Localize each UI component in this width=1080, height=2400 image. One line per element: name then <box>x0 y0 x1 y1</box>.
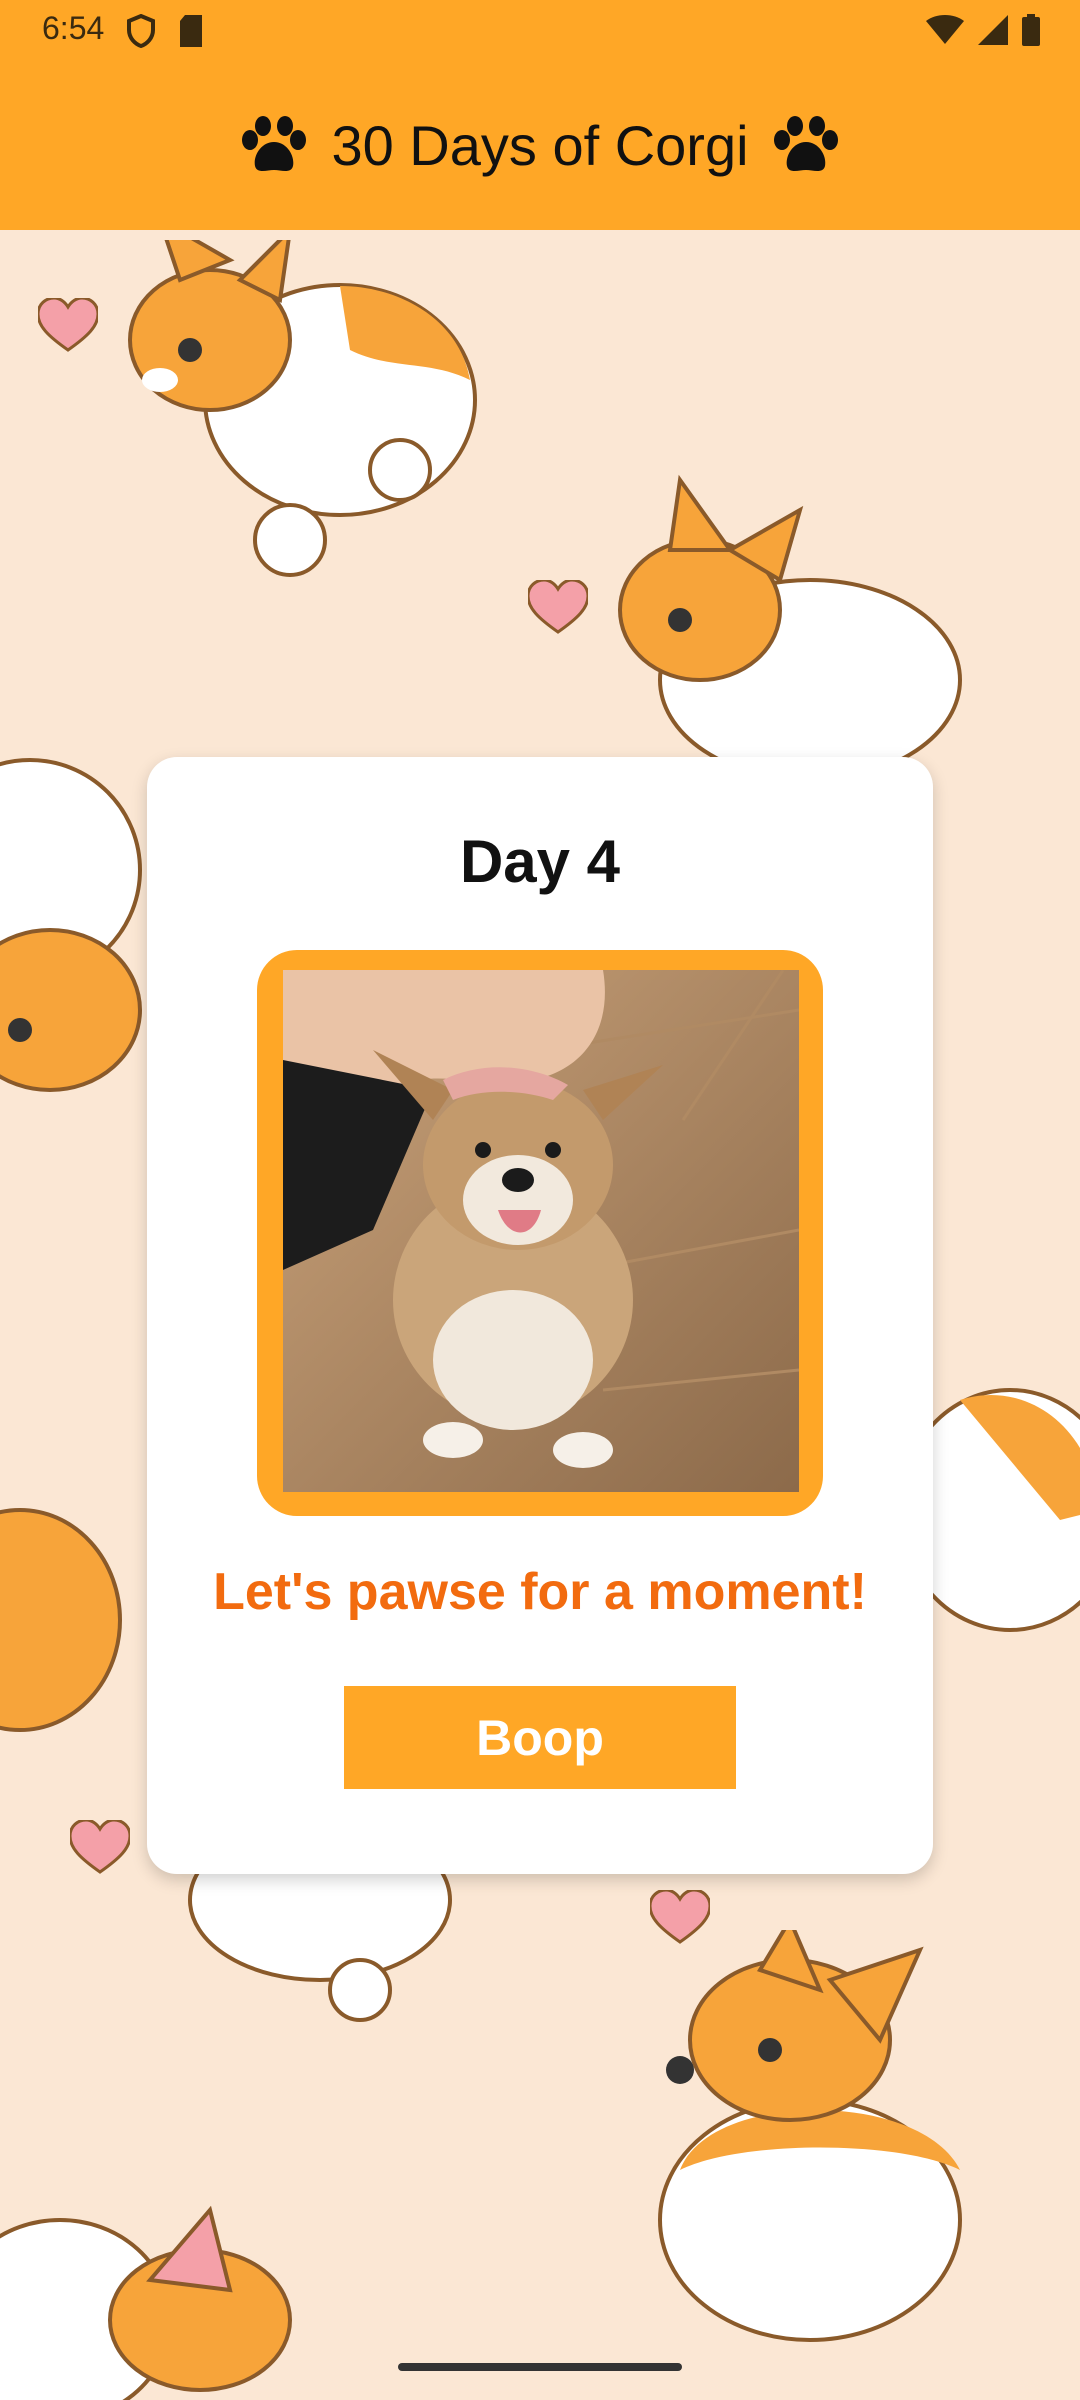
status-time: 6:54 <box>42 10 105 46</box>
sd-card-icon <box>180 15 202 47</box>
shield-icon <box>127 14 155 48</box>
corgi-illustration <box>0 2205 292 2400</box>
photo-frame <box>257 950 823 1516</box>
paw-icon <box>773 116 838 171</box>
battery-icon <box>1022 14 1040 46</box>
heart-icon <box>70 1820 130 1874</box>
app-bar: 30 Days of Corgi <box>0 60 1080 230</box>
home-indicator[interactable] <box>398 2363 682 2371</box>
status-right-icons <box>926 14 1040 46</box>
boop-button[interactable]: Boop <box>344 1686 736 1789</box>
status-left-icons <box>126 14 204 48</box>
day-title: Day 4 <box>459 828 621 895</box>
corgi-illustration <box>658 1930 962 2342</box>
caption-text: Let's pawse for a moment! <box>213 1563 867 1621</box>
signal-icon <box>978 15 1008 45</box>
heart-icon <box>528 580 588 634</box>
corgi-illustration <box>618 474 962 782</box>
corgi-illustration <box>0 1508 122 1732</box>
corgi-illustration <box>128 240 477 577</box>
status-bar: 6:54 <box>0 0 1080 60</box>
paw-icon <box>242 116 307 171</box>
corgi-puppy-photo <box>283 970 799 1492</box>
wifi-icon <box>926 15 964 44</box>
app-title: 30 Days of Corgi <box>331 113 749 177</box>
heart-icon <box>38 298 98 352</box>
day-card: Day 4 Let's pawse for a moment! Boop <box>147 757 933 1874</box>
